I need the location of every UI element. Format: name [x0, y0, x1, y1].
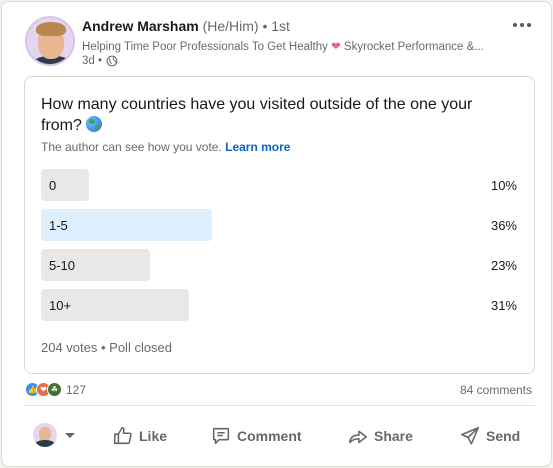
poll-option-label: 1-5: [49, 218, 68, 233]
poll-footer: 204 votes • Poll closed: [41, 340, 173, 355]
reactions-summary[interactable]: 👍 ❤ ☘ 127: [25, 382, 86, 397]
like-button[interactable]: Like: [112, 423, 167, 449]
headline-suffix: Skyrocket Performance &...: [340, 41, 484, 53]
poll-option[interactable]: 1-5 36%: [41, 209, 517, 241]
share-button[interactable]: Share: [347, 423, 413, 449]
caret-down-icon: [65, 432, 75, 438]
like-label: Like: [139, 428, 168, 444]
vote-visibility-note: The author can see how you vote. Learn m…: [41, 140, 290, 154]
post-meta: 3d •: [82, 55, 118, 67]
send-label: Send: [486, 428, 521, 444]
author-avatar[interactable]: [25, 16, 75, 66]
support-reaction-icon: ☘: [47, 382, 62, 397]
poll-question: How many countries have you visited outs…: [41, 94, 511, 136]
author-name-row: Andrew Marsham (He/Him) • 1st: [82, 18, 290, 34]
visibility-text: The author can see how you vote.: [41, 140, 226, 154]
thumbs-up-icon: [113, 426, 132, 445]
send-button[interactable]: Send: [459, 423, 520, 449]
author-pronouns: (He/Him): [202, 18, 259, 34]
post-as-selector[interactable]: [33, 423, 75, 447]
heart-icon: ❤: [331, 41, 341, 53]
poll: How many countries have you visited outs…: [24, 76, 535, 374]
headline-prefix: Helping Time Poor Professionals To Get H…: [82, 41, 332, 53]
connection-degree: • 1st: [258, 18, 290, 34]
poll-option-percent: 23%: [490, 258, 517, 273]
send-icon: [460, 426, 480, 445]
action-bar: Like Comment Share Send: [24, 416, 535, 456]
comment-icon: [212, 427, 230, 445]
poll-option-label: 0: [49, 178, 57, 193]
my-avatar: [33, 423, 57, 447]
comment-button[interactable]: Comment: [210, 423, 302, 449]
comment-label: Comment: [237, 428, 302, 444]
poll-option[interactable]: 10+ 31%: [41, 289, 517, 321]
divider: [24, 405, 535, 406]
learn-more-link[interactable]: Learn more: [225, 140, 290, 154]
more-options-icon[interactable]: [510, 19, 534, 31]
post-card: Andrew Marsham (He/Him) • 1st Helping Ti…: [1, 1, 552, 467]
author-name[interactable]: Andrew Marsham: [82, 18, 199, 34]
poll-option-percent: 31%: [490, 298, 517, 313]
share-icon: [348, 430, 368, 444]
poll-question-text: How many countries have you visited outs…: [41, 96, 473, 134]
poll-option-percent: 36%: [490, 218, 517, 233]
poll-option-label: 5-10: [49, 258, 76, 273]
poll-option[interactable]: 0 10%: [41, 169, 517, 201]
globe-icon: [106, 55, 118, 67]
comments-count[interactable]: 84 comments: [460, 383, 532, 397]
share-label: Share: [374, 428, 413, 444]
poll-option-label: 10+: [49, 298, 72, 313]
post-age: 3d •: [82, 55, 103, 67]
poll-option-percent: 10%: [490, 178, 517, 193]
earth-globe-icon: [86, 116, 103, 132]
reaction-count: 127: [66, 382, 87, 397]
poll-option[interactable]: 5-10 23%: [41, 249, 517, 281]
author-headline: Helping Time Poor Professionals To Get H…: [82, 39, 502, 53]
